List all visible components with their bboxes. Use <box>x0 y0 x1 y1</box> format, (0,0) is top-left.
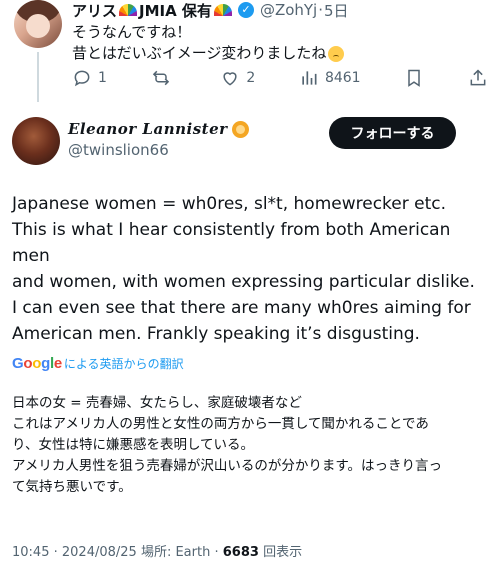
reply-handle[interactable]: @ZohYj <box>260 1 317 19</box>
rainbow-emoji <box>213 4 232 16</box>
like-button[interactable]: 2 <box>220 68 255 88</box>
main-display-name-row: Eleanor Lannister <box>68 120 249 138</box>
rainbow-emoji <box>119 4 138 16</box>
tweet-time[interactable]: 10:45 <box>12 545 49 560</box>
views-icon <box>302 71 317 85</box>
thread-line <box>37 52 39 102</box>
reply-separator: · <box>318 1 324 19</box>
tweet-text-japanese: 日本の女 = 売春婦、女たらし、家庭破壊者など これはアメリカ人の男性と女性の両… <box>12 393 492 498</box>
tweet-date[interactable]: 2024/08/25 <box>62 545 137 560</box>
reply-time[interactable]: 5日 <box>324 0 349 21</box>
views-label: 回表示 <box>263 545 303 560</box>
views-button[interactable]: 8461 <box>299 68 361 88</box>
lion-emoji <box>231 120 249 138</box>
bookmark-icon <box>408 69 421 87</box>
reply-display-name-suffix[interactable]: JMIA 保有 <box>139 0 212 21</box>
reply-line-2: 昔とはだいぶイメージ変わりましたね <box>72 44 327 62</box>
bookmark-button[interactable] <box>404 68 424 88</box>
reply-avatar[interactable] <box>14 0 62 48</box>
like-count: 2 <box>246 70 256 86</box>
translated-line: て気持ち悪いです。 <box>12 479 132 495</box>
tweet-line: American men. Frankly speaking it’s disg… <box>12 324 420 344</box>
retweet-icon <box>152 70 169 86</box>
main-handle[interactable]: @twinslion66 <box>68 141 169 159</box>
tweet-line: and women, with women expressing particu… <box>12 272 475 292</box>
share-button[interactable] <box>468 68 488 88</box>
reply-display-name[interactable]: アリス <box>72 0 117 21</box>
reply-action-bar: 1 2 8461 <box>72 64 488 92</box>
main-display-name[interactable]: Eleanor Lannister <box>68 120 228 138</box>
reply-icon <box>74 70 90 87</box>
tweet-location: 場所: Earth <box>140 545 211 560</box>
share-icon <box>470 69 486 86</box>
tweet-line: I can even see that there are many wh0re… <box>12 298 471 318</box>
translated-line: 日本の女 = 売春婦、女たらし、家庭破壊者など <box>12 395 302 411</box>
retweet-button[interactable] <box>151 68 177 88</box>
view-count: 8461 <box>324 70 361 86</box>
main-avatar[interactable] <box>12 117 60 165</box>
translation-link[interactable]: Google による英語からの翻訳 <box>12 355 184 372</box>
reply-count: 1 <box>98 70 107 86</box>
reply-line-1: そうなんですね！ <box>72 23 192 41</box>
translation-label[interactable]: による英語からの翻訳 <box>64 355 184 372</box>
google-logo: Google <box>12 355 62 372</box>
translated-line: り、女性は特に嫌悪感を表明している。 <box>12 437 255 453</box>
tweet-text-english: Japanese women = wh0res, sl*t, homewreck… <box>12 191 492 347</box>
tweet-line: Japanese women = wh0res, sl*t, homewreck… <box>12 194 447 214</box>
translated-line: これはアメリカ人の男性と女性の両方から一貫して聞かれることであ <box>12 416 429 432</box>
reply-button[interactable]: 1 <box>72 68 107 88</box>
tweet-meta: 10:45 · 2024/08/25 場所: Earth · 6683 回表示 <box>12 545 303 560</box>
verified-icon: ✓ <box>237 2 254 18</box>
tweet-line: This is what I hear consistently from bo… <box>12 220 451 266</box>
translated-line: アメリカ人男性を狙う売春婦が沢山いるのが分かります。はっきり言っ <box>12 458 442 474</box>
follow-button[interactable]: フォローする <box>329 117 456 149</box>
like-icon <box>223 72 237 86</box>
reply-header: アリス JMIA 保有 ✓ @ZohYj · 5日 <box>72 0 349 20</box>
crying-emoji <box>328 45 345 62</box>
reply-text: そうなんですね！ 昔とはだいぶイメージ変わりましたね <box>72 22 492 64</box>
view-count-main: 6683 <box>222 545 259 560</box>
